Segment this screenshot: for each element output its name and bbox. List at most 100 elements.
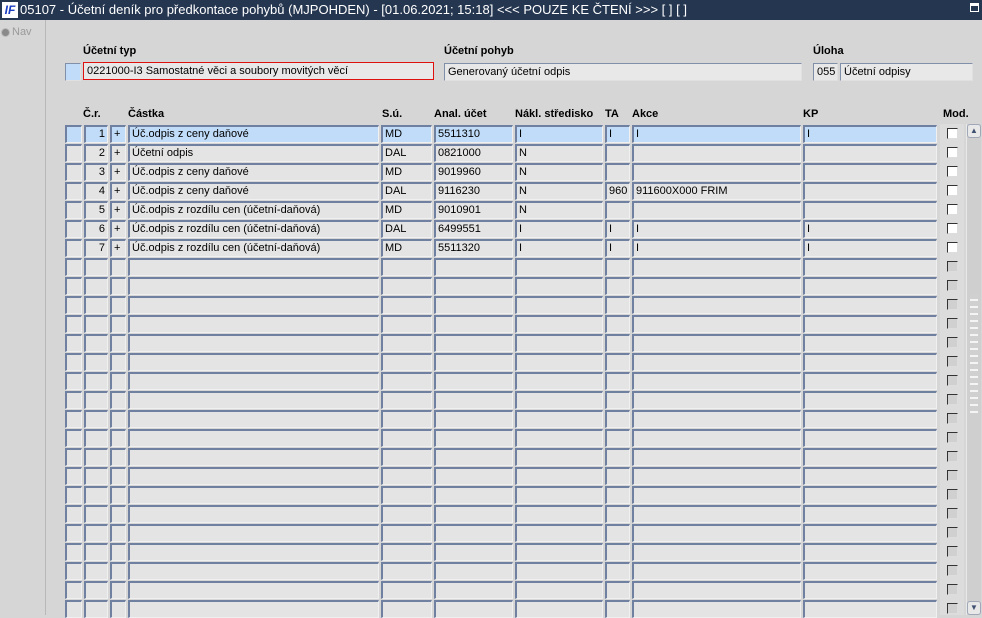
cell-nakl[interactable] [515, 410, 603, 428]
cell-cr[interactable] [84, 600, 108, 618]
row-selector[interactable] [65, 448, 82, 466]
cell-anal[interactable] [434, 315, 513, 333]
cell-ta[interactable] [605, 429, 630, 447]
cell-su[interactable] [381, 448, 432, 466]
uloha-code-field[interactable]: 055 [813, 63, 838, 81]
cell-kp[interactable] [803, 372, 937, 390]
cell-akce[interactable] [632, 429, 801, 447]
cell-su[interactable] [381, 410, 432, 428]
table-row[interactable]: 6 + Úč.odpis z rozdílu cen (účetní-daňová)… [0, 219, 982, 238]
cell-nakl[interactable] [515, 448, 603, 466]
cell-ta[interactable] [605, 467, 630, 485]
ucetni-pohyb-field[interactable]: Generovaný účetní odpis [444, 63, 802, 81]
mod-checkbox[interactable] [947, 565, 958, 576]
mod-checkbox[interactable] [947, 166, 958, 177]
cell-cr[interactable]: 5 [84, 201, 108, 219]
mod-checkbox[interactable] [947, 299, 958, 310]
cell-sign[interactable] [110, 277, 126, 295]
cell-nakl[interactable] [515, 315, 603, 333]
cell-cr[interactable] [84, 524, 108, 542]
cell-cr[interactable] [84, 486, 108, 504]
cell-kp[interactable] [803, 562, 937, 580]
cell-castka[interactable] [128, 277, 379, 295]
cell-akce[interactable] [632, 353, 801, 371]
cell-sign[interactable]: + [110, 182, 126, 200]
cell-cr[interactable] [84, 353, 108, 371]
cell-su[interactable] [381, 429, 432, 447]
row-selector[interactable] [65, 201, 82, 219]
cell-castka[interactable]: Úč.odpis z ceny daňové [128, 163, 379, 181]
cell-ta[interactable] [605, 315, 630, 333]
cell-kp[interactable] [803, 486, 937, 504]
cell-sign[interactable] [110, 467, 126, 485]
cell-castka[interactable] [128, 391, 379, 409]
cell-nakl[interactable]: I [515, 125, 603, 143]
row-selector[interactable] [65, 600, 82, 618]
vertical-scrollbar[interactable]: ▲ ▼ [966, 124, 981, 615]
mod-checkbox[interactable] [947, 128, 958, 139]
uloha-name-field[interactable]: Účetní odpisy [840, 63, 973, 81]
cell-ta[interactable] [605, 144, 630, 162]
cell-su[interactable] [381, 315, 432, 333]
cell-castka[interactable]: Úč.odpis z ceny daňové [128, 182, 379, 200]
mod-checkbox[interactable] [947, 375, 958, 386]
cell-castka[interactable] [128, 429, 379, 447]
cell-nakl[interactable] [515, 467, 603, 485]
cell-castka[interactable] [128, 543, 379, 561]
cell-su[interactable] [381, 391, 432, 409]
mod-checkbox[interactable] [947, 432, 958, 443]
cell-sign[interactable] [110, 429, 126, 447]
cell-anal[interactable] [434, 353, 513, 371]
cell-anal[interactable]: 5511310 [434, 125, 513, 143]
cell-su[interactable] [381, 562, 432, 580]
table-row[interactable]: 3 + Úč.odpis z ceny daňové MD 9019960 N [0, 162, 982, 181]
table-row[interactable] [0, 333, 982, 352]
cell-sign[interactable] [110, 448, 126, 466]
cell-nakl[interactable] [515, 581, 603, 599]
cell-castka[interactable] [128, 315, 379, 333]
cell-nakl[interactable] [515, 391, 603, 409]
cell-kp[interactable] [803, 182, 937, 200]
cell-kp[interactable] [803, 296, 937, 314]
cell-cr[interactable]: 4 [84, 182, 108, 200]
cell-nakl[interactable]: N [515, 182, 603, 200]
cell-sign[interactable]: + [110, 125, 126, 143]
cell-akce[interactable] [632, 448, 801, 466]
cell-kp[interactable]: I [803, 239, 937, 257]
cell-nakl[interactable]: N [515, 144, 603, 162]
cell-kp[interactable] [803, 448, 937, 466]
cell-anal[interactable] [434, 448, 513, 466]
cell-kp[interactable] [803, 391, 937, 409]
row-selector[interactable] [65, 429, 82, 447]
cell-sign[interactable] [110, 334, 126, 352]
cell-ta[interactable] [605, 448, 630, 466]
cell-akce[interactable] [632, 524, 801, 542]
cell-sign[interactable] [110, 391, 126, 409]
cell-cr[interactable] [84, 562, 108, 580]
cell-castka[interactable] [128, 600, 379, 618]
nav-toggle[interactable]: Nav [1, 26, 32, 38]
cell-anal[interactable] [434, 410, 513, 428]
cell-su[interactable]: DAL [381, 144, 432, 162]
table-row[interactable] [0, 276, 982, 295]
cell-kp[interactable] [803, 600, 937, 618]
cell-anal[interactable] [434, 296, 513, 314]
cell-anal[interactable]: 9116230 [434, 182, 513, 200]
cell-su[interactable] [381, 486, 432, 504]
cell-cr[interactable] [84, 372, 108, 390]
row-selector[interactable] [65, 258, 82, 276]
cell-cr[interactable] [84, 391, 108, 409]
cell-cr[interactable] [84, 334, 108, 352]
cell-ta[interactable] [605, 562, 630, 580]
mod-checkbox[interactable] [947, 584, 958, 595]
row-selector[interactable] [65, 372, 82, 390]
row-selector[interactable] [65, 562, 82, 580]
cell-castka[interactable]: Úč.odpis z rozdílu cen (účetní-daňová) [128, 239, 379, 257]
cell-cr[interactable]: 7 [84, 239, 108, 257]
mod-checkbox[interactable] [947, 470, 958, 481]
mod-checkbox[interactable] [947, 337, 958, 348]
cell-akce[interactable] [632, 600, 801, 618]
row-selector[interactable] [65, 486, 82, 504]
cell-kp[interactable] [803, 144, 937, 162]
row-selector[interactable] [65, 182, 82, 200]
